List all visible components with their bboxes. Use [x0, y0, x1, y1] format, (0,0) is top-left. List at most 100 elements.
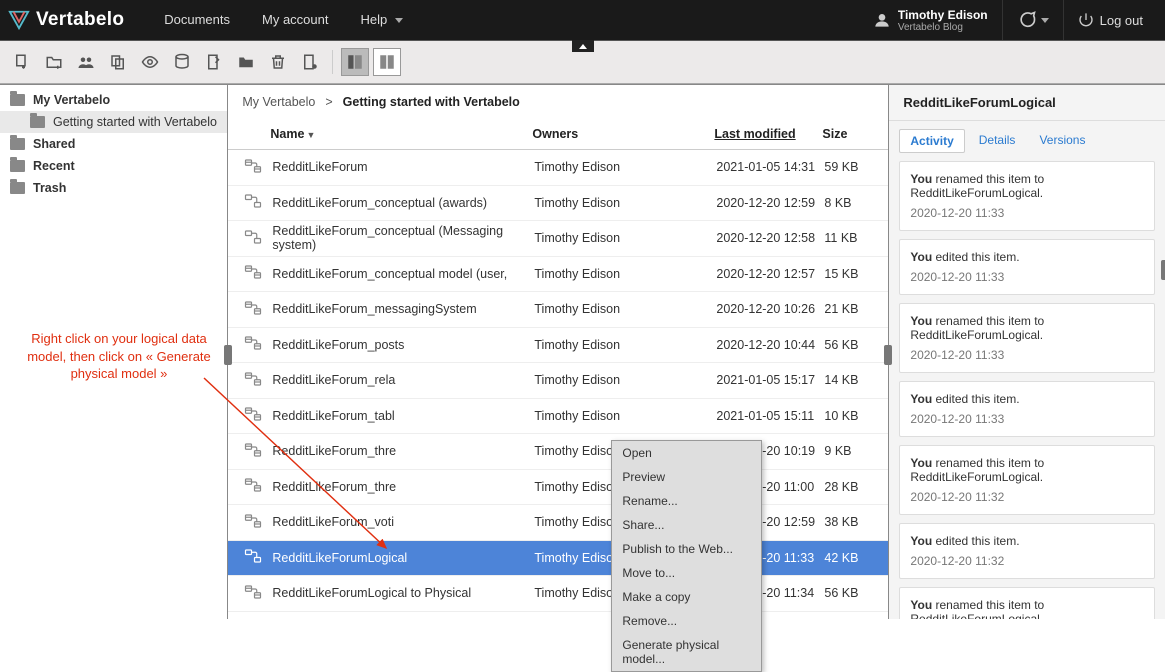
- table-row[interactable]: RedditLikeForumLogical to PhysicalTimoth…: [228, 576, 888, 612]
- brand-logo[interactable]: Vertabelo: [8, 9, 124, 31]
- nav-documents[interactable]: Documents: [148, 0, 246, 40]
- toolbar: [0, 40, 1165, 84]
- context-menu-item[interactable]: Make a copy: [612, 585, 761, 609]
- cell-name: RedditLikeForum_tabl: [272, 409, 534, 423]
- user-name: Timothy Edison: [898, 8, 988, 22]
- activity-card: You renamed this item to RedditLikeForum…: [899, 161, 1155, 231]
- folder-icon: [10, 138, 25, 150]
- feedback-button[interactable]: [1002, 0, 1063, 40]
- preview-button[interactable]: [136, 48, 164, 76]
- tab-versions[interactable]: Versions: [1029, 129, 1095, 153]
- cell-size: 9 KB: [824, 444, 874, 458]
- cell-size: 8 KB: [824, 196, 874, 210]
- new-document-button[interactable]: [8, 48, 36, 76]
- collapse-navbar-tab[interactable]: [572, 40, 594, 52]
- activity-card: You edited this item.2020-12-20 11:33: [899, 381, 1155, 437]
- cell-modified: 2020-12-20 10:44: [716, 338, 824, 352]
- table-row[interactable]: RedditLikeForumTimothy Edison2021-01-05 …: [228, 150, 888, 186]
- cell-owner: Timothy Edison: [534, 196, 716, 210]
- col-header-modified[interactable]: Last modified: [714, 127, 822, 141]
- model-icon: [242, 477, 264, 496]
- logout-button[interactable]: Log out: [1063, 0, 1157, 40]
- cell-size: 28 KB: [824, 480, 874, 494]
- share-button[interactable]: [72, 48, 100, 76]
- move-button[interactable]: [232, 48, 260, 76]
- rename-button[interactable]: [200, 48, 228, 76]
- table-row[interactable]: RedditLikeForum_postsTimothy Edison2020-…: [228, 328, 888, 364]
- activity-text: You renamed this item to RedditLikeForum…: [910, 456, 1144, 484]
- user-sub: Vertabelo Blog: [898, 22, 988, 33]
- export-button[interactable]: [296, 48, 324, 76]
- new-folder-button[interactable]: [40, 48, 68, 76]
- cell-owner: Timothy Edison: [534, 231, 716, 245]
- context-menu-item[interactable]: Publish to the Web...: [612, 537, 761, 561]
- table-row[interactable]: RedditLikeForum_votiTimothy Edison2020-1…: [228, 505, 888, 541]
- sidebar-item[interactable]: Recent: [0, 155, 227, 177]
- model-icon: [242, 406, 264, 425]
- cell-name: RedditLikeForum_rela: [272, 373, 534, 387]
- user-icon: [874, 12, 890, 28]
- nav-my-account[interactable]: My account: [246, 0, 344, 40]
- cell-modified: 2020-12-20 10:26: [716, 302, 824, 316]
- cell-size: 56 KB: [824, 338, 874, 352]
- activity-time: 2020-12-20 11:32: [910, 554, 1144, 568]
- table-row[interactable]: RedditLikeForum_messagingSystemTimothy E…: [228, 292, 888, 328]
- table-row[interactable]: RedditLikeForum_conceptual (Messaging sy…: [228, 221, 888, 257]
- sidebar-item[interactable]: Shared: [0, 133, 227, 155]
- activity-text: You edited this item.: [910, 392, 1144, 406]
- breadcrumb: My Vertabelo > Getting started with Vert…: [228, 85, 888, 119]
- model-icon: [242, 229, 264, 248]
- tab-activity[interactable]: Activity: [899, 129, 964, 153]
- table-row[interactable]: RedditLikeForum_relaTimothy Edison2021-0…: [228, 363, 888, 399]
- context-menu-item[interactable]: Generate physical model...: [612, 633, 761, 671]
- context-menu-item[interactable]: Rename...: [612, 489, 761, 513]
- archive-button[interactable]: [168, 48, 196, 76]
- sidebar-item-label: Trash: [33, 181, 66, 195]
- sidebar-item[interactable]: Trash: [0, 177, 227, 199]
- delete-button[interactable]: [264, 48, 292, 76]
- table-row[interactable]: RedditLikeForum_threTimothy Edison2020-1…: [228, 434, 888, 470]
- table-row[interactable]: RedditLikeForum_conceptual model (user,T…: [228, 257, 888, 293]
- col-header-name[interactable]: Name▼: [242, 127, 532, 141]
- content-resize-handle-right[interactable]: [884, 345, 892, 365]
- activity-card: You edited this item.2020-12-20 11:32: [899, 523, 1155, 579]
- sidebar-item-label: Recent: [33, 159, 75, 173]
- context-menu-item[interactable]: Preview: [612, 465, 761, 489]
- table-row[interactable]: RedditLikeForumLogicalTimothy Edison2020…: [228, 541, 888, 577]
- context-menu-item[interactable]: Share...: [612, 513, 761, 537]
- context-menu-item[interactable]: Move to...: [612, 561, 761, 585]
- user-block[interactable]: Timothy Edison Vertabelo Blog: [860, 8, 1002, 33]
- cell-modified: 2020-12-20 12:58: [716, 231, 824, 245]
- cell-modified: 2021-01-05 15:17: [716, 373, 824, 387]
- tab-details[interactable]: Details: [969, 129, 1026, 153]
- sidebar-resize-handle[interactable]: [1161, 260, 1165, 280]
- cell-owner: Timothy Edison: [534, 373, 716, 387]
- vertabelo-logo-icon: [8, 9, 30, 31]
- table-row[interactable]: RedditLikeForum_threTimothy Edison2020-1…: [228, 470, 888, 506]
- table-row[interactable]: RedditLikeForum_tablTimothy Edison2021-0…: [228, 399, 888, 435]
- breadcrumb-root[interactable]: My Vertabelo: [242, 95, 315, 109]
- content-resize-handle-left[interactable]: [224, 345, 232, 365]
- chevron-down-icon: [1041, 18, 1049, 23]
- cell-name: RedditLikeForum_posts: [272, 338, 534, 352]
- table-rows: RedditLikeForumTimothy Edison2021-01-05 …: [228, 150, 888, 619]
- model-icon: [242, 513, 264, 532]
- cell-size: 38 KB: [824, 515, 874, 529]
- cell-owner: Timothy Edison: [534, 267, 716, 281]
- copy-button[interactable]: [104, 48, 132, 76]
- context-menu-item[interactable]: Remove...: [612, 609, 761, 633]
- view-list-button[interactable]: [341, 48, 369, 76]
- sidebar-item[interactable]: Getting started with Vertabelo: [0, 111, 227, 133]
- col-header-owner[interactable]: Owners: [532, 127, 714, 141]
- cell-owner: Timothy Edison: [534, 409, 716, 423]
- cell-owner: Timothy Edison: [534, 338, 716, 352]
- context-menu-item[interactable]: Open: [612, 441, 761, 465]
- col-header-size[interactable]: Size: [822, 127, 872, 141]
- sidebar-item[interactable]: My Vertabelo: [0, 89, 227, 111]
- nav-help-label: Help: [360, 0, 387, 40]
- view-grid-button[interactable]: [373, 48, 401, 76]
- table-row[interactable]: RedditLikeForum_conceptual (awards)Timot…: [228, 186, 888, 222]
- model-icon: [242, 584, 264, 603]
- breadcrumb-sep: >: [325, 95, 332, 109]
- nav-help[interactable]: Help: [344, 0, 419, 40]
